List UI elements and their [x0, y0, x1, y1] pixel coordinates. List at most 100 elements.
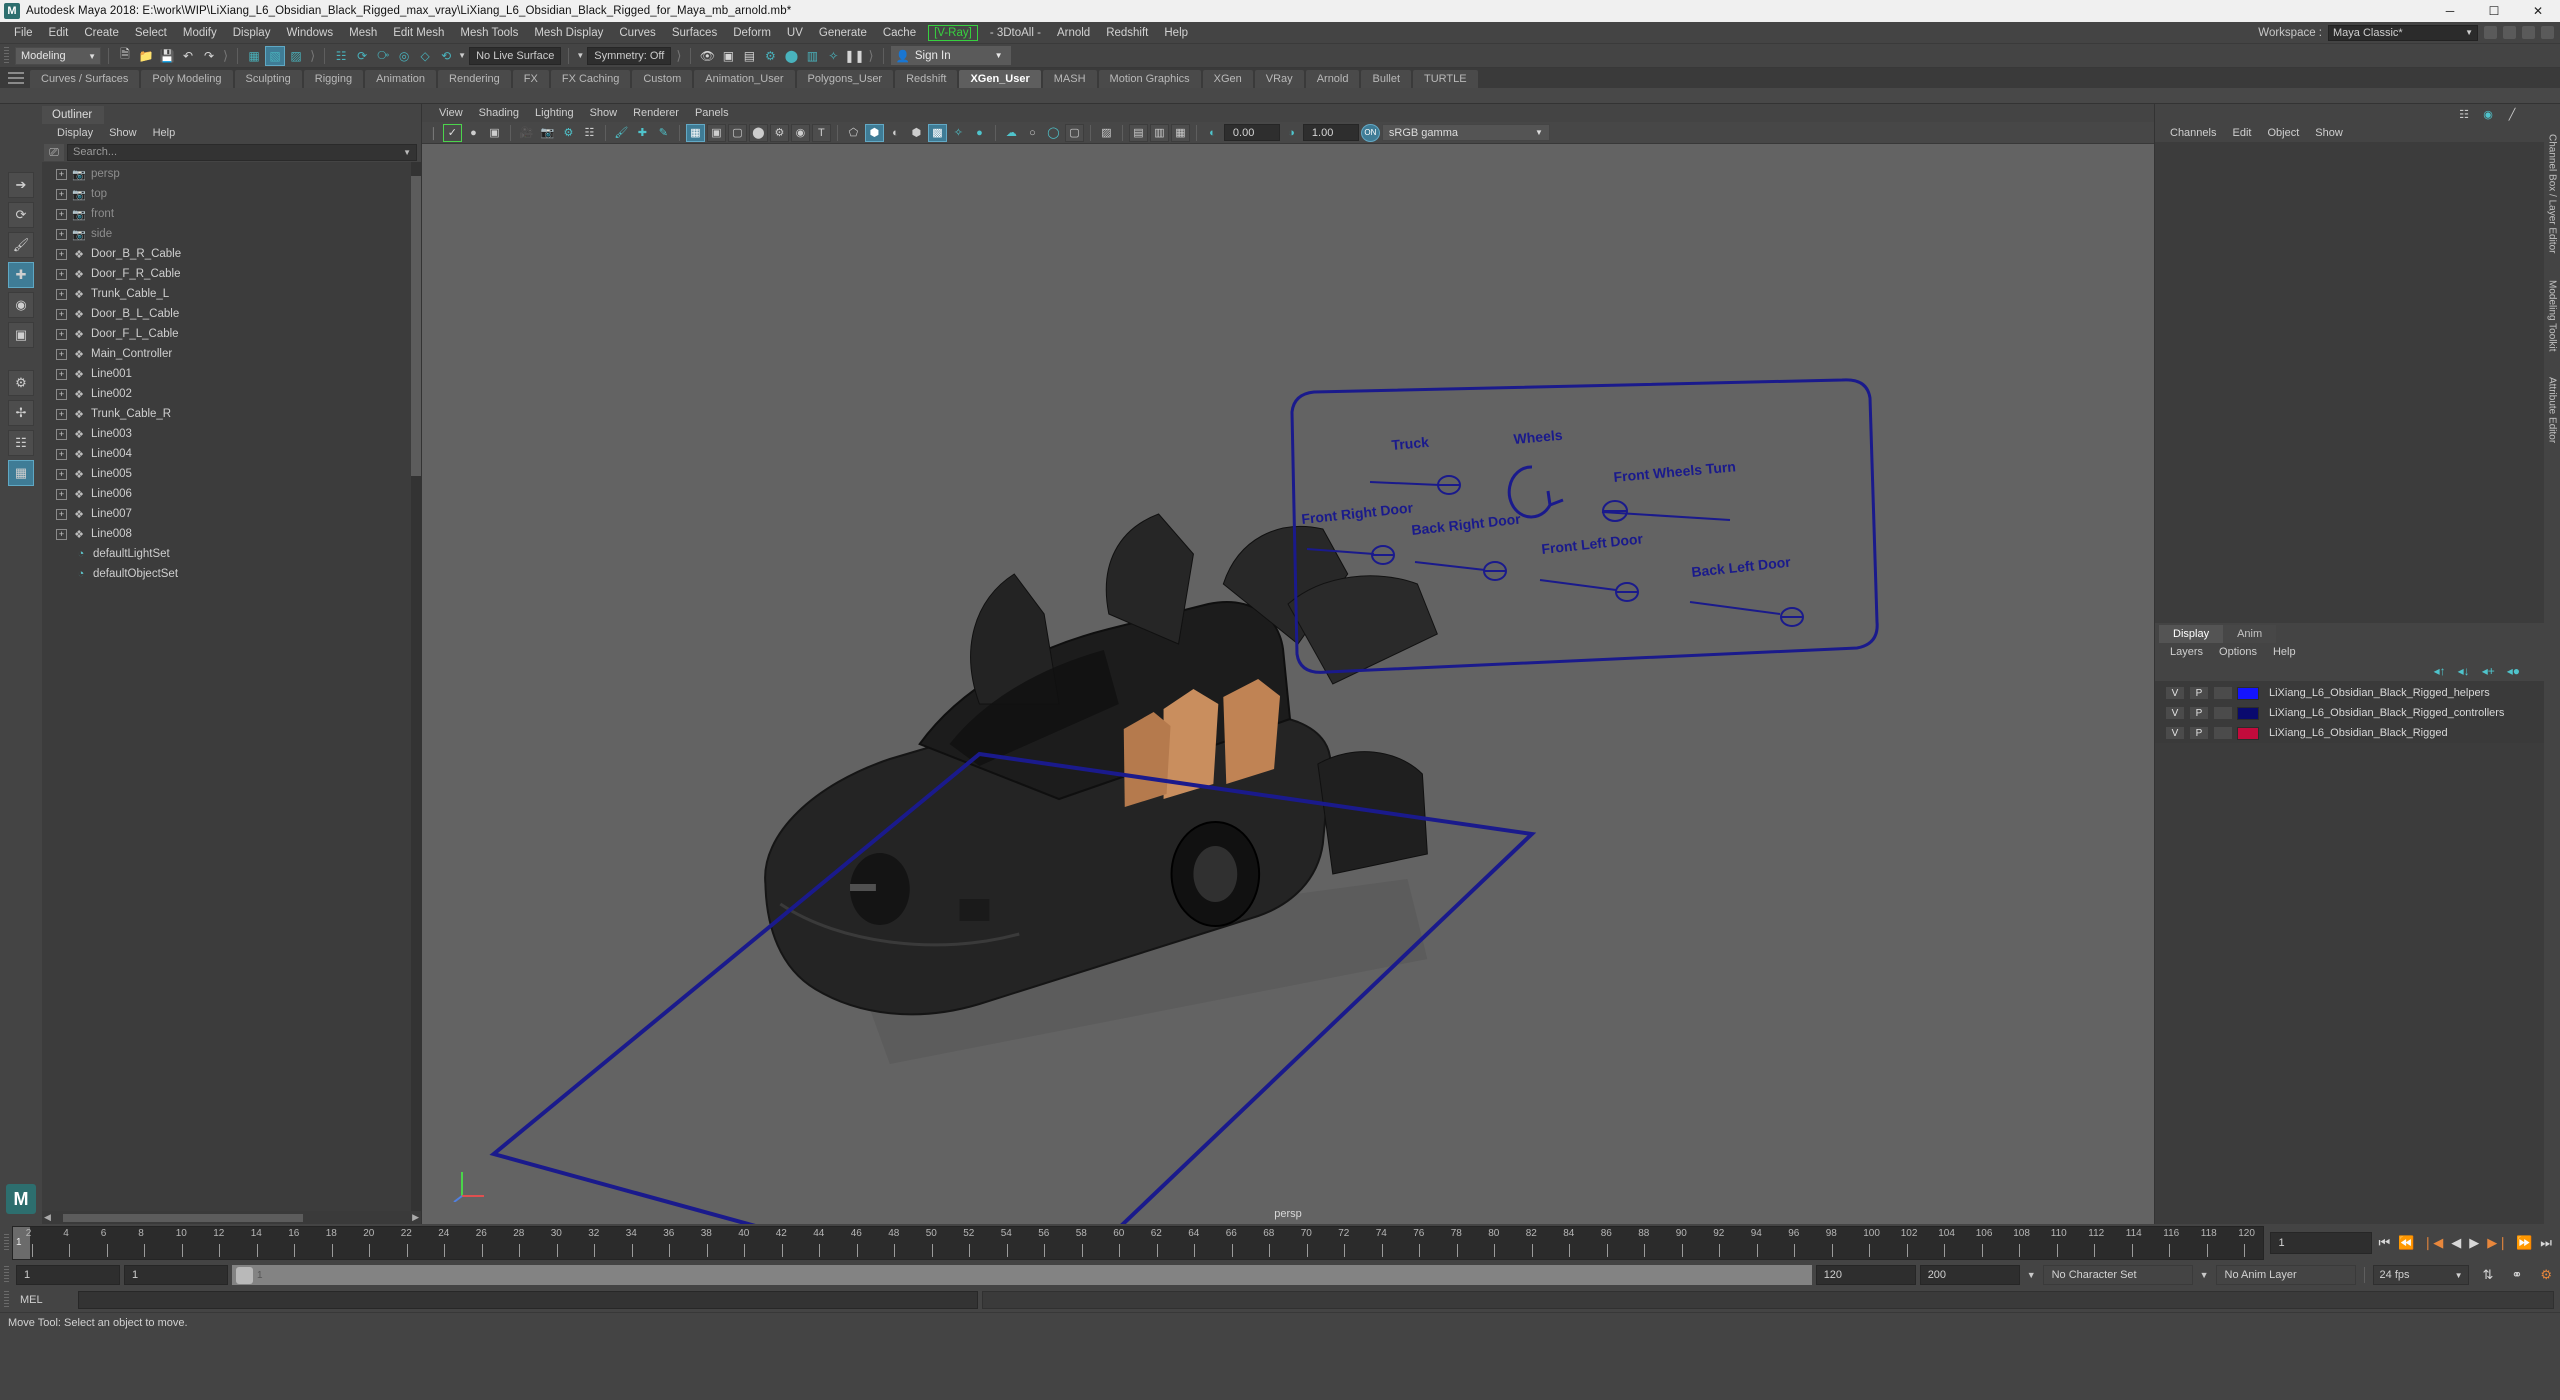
snap-to-curve-icon[interactable]: ⟳ [353, 47, 371, 65]
symmetry-field[interactable]: Symmetry: Off [587, 46, 672, 65]
shelf-tab-vray[interactable]: VRay [1254, 70, 1304, 88]
workspace-panel-a-icon[interactable] [2503, 26, 2516, 39]
viewport-3d-canvas[interactable]: Truck Wheels Front Wheels Turn Front Rig… [422, 144, 2154, 1224]
display-layer-list[interactable]: VP LiXiang_L6_Obsidian_Black_Rigged_help… [2155, 681, 2544, 743]
chevron-down-icon[interactable]: ▼ [2197, 1270, 2212, 1280]
play-forwards-icon[interactable]: ▶ [2469, 1235, 2479, 1251]
anim-layer-dropdown[interactable]: No Anim Layer [2215, 1265, 2356, 1285]
outliner-item-line007[interactable]: + ❖ Line007 [42, 504, 421, 524]
menu-cache[interactable]: Cache [875, 24, 924, 42]
menu-vray[interactable]: [V-Ray] [928, 24, 978, 41]
controller-panel[interactable]: Truck Wheels Front Wheels Turn Front Rig… [1282, 372, 1882, 682]
film-origin-icon[interactable]: ⚙ [769, 123, 789, 142]
expand-toggle-icon[interactable]: + [56, 448, 67, 460]
time-slider[interactable]: 1 2 4 6 8 10 12 14 16 18 20 22 24 26 28 30 32 34 36 38 40 42… [12, 1226, 2265, 1260]
chevron-down-icon[interactable]: ▼ [576, 51, 584, 60]
expand-toggle-icon[interactable]: + [56, 308, 67, 320]
outliner-item-door_b_l_cable[interactable]: + ❖ Door_B_L_Cable [42, 304, 421, 324]
step-forward-frame-icon[interactable]: ▶❘ [2487, 1235, 2508, 1251]
step-back-frame-icon[interactable]: ❘◀ [2422, 1235, 2443, 1251]
rtab-attribute-editor[interactable]: Attribute Editor [2547, 377, 2558, 443]
layer-row[interactable]: VP LiXiang_L6_Obsidian_Black_Rigged [2155, 723, 2544, 743]
open-scene-icon[interactable]: 📁 [137, 47, 155, 65]
layer-color-swatch[interactable] [2237, 726, 2259, 740]
outliner-scroll-thumb[interactable] [411, 176, 421, 476]
menu-set-dropdown[interactable]: Modeling ▼ [15, 46, 101, 65]
step-forward-keyframe-icon[interactable]: ⏩ [2516, 1235, 2532, 1251]
go-to-start-icon[interactable]: ⏮ [2378, 1235, 2390, 1251]
channelbox-menu-object[interactable]: Object [2260, 125, 2306, 141]
outliner-tab[interactable]: Outliner [42, 106, 105, 124]
move-layer-up-icon[interactable]: ◂↑ [2434, 664, 2446, 678]
snap-to-grid-icon[interactable]: ☷ [332, 47, 350, 65]
workspace-dropdown[interactable]: Maya Classic* ▼ [2328, 24, 2478, 41]
shelf-tab-rigging[interactable]: Rigging [303, 70, 364, 88]
shelf-tab-animation[interactable]: Animation [365, 70, 437, 88]
select-by-object-icon[interactable]: ▧ [265, 45, 286, 66]
workspace-panel-b-icon[interactable] [2522, 26, 2535, 39]
range-slider[interactable]: 1 [232, 1265, 1812, 1285]
new-layer-from-selected-icon[interactable]: ◂● [2507, 664, 2520, 678]
expand-toggle-icon[interactable]: + [56, 428, 67, 440]
shadows-icon[interactable]: ● [970, 124, 989, 142]
use-all-lights-icon[interactable]: ✧ [949, 124, 968, 142]
layer-playback-toggle[interactable]: P [2189, 706, 2209, 720]
shelf-tab-curves-surfaces[interactable]: Curves / Surfaces [30, 70, 140, 88]
outliner-item-defaultobjectset[interactable]: ◔ defaultObjectSet [42, 564, 421, 584]
bookmark-camera-icon[interactable]: ▣ [485, 124, 504, 142]
redo-icon[interactable]: ↷ [200, 47, 218, 65]
menu-curves[interactable]: Curves [611, 24, 663, 42]
hypershade-icon[interactable]: ⬤ [782, 47, 800, 65]
shelf-tab-turtle[interactable]: TURTLE [1413, 70, 1478, 88]
paint-icon[interactable]: ✎ [654, 124, 673, 142]
make-live-icon[interactable]: ⟲ [437, 47, 455, 65]
outliner-item-side[interactable]: + 📷 side [42, 224, 421, 244]
rotate-tool-icon[interactable]: ◉ [8, 292, 34, 318]
outliner-menu-help[interactable]: Help [146, 125, 183, 141]
outliner-item-door_b_r_cable[interactable]: + ❖ Door_B_R_Cable [42, 244, 421, 264]
channelbox-menu-channels[interactable]: Channels [2163, 125, 2223, 141]
outliner-item-trunk_cable_r[interactable]: + ❖ Trunk_Cable_R [42, 404, 421, 424]
outliner-item-defaultlightset[interactable]: ◔ defaultLightSet [42, 544, 421, 564]
outliner-horizontal-scrollbar[interactable]: ◀ ▶ [42, 1211, 421, 1224]
outliner-item-door_f_r_cable[interactable]: + ❖ Door_F_R_Cable [42, 264, 421, 284]
expand-toggle-icon[interactable]: + [56, 328, 67, 340]
viewport-menu-panels[interactable]: Panels [688, 105, 736, 121]
menu-select[interactable]: Select [127, 24, 175, 42]
camera-attributes-icon[interactable]: 🎥 [517, 124, 536, 142]
screen-space-ao-icon[interactable]: ☁ [1002, 124, 1021, 142]
pick-walk-icon[interactable]: ⎚ [44, 143, 64, 161]
snap-to-projected-center-icon[interactable]: ◎ [395, 47, 413, 65]
expand-toggle-icon[interactable]: + [56, 268, 67, 280]
camera-display-icon[interactable]: ◉ [790, 123, 810, 142]
select-camera-icon[interactable]: ✓ [442, 123, 462, 142]
scroll-right-icon[interactable]: ▶ [412, 1212, 419, 1223]
menu-uv[interactable]: UV [779, 24, 811, 42]
image-plane-icon[interactable]: 🖌 [612, 124, 631, 142]
xray-active-components-icon[interactable]: ▦ [1170, 123, 1190, 142]
outliner-item-trunk_cable_l[interactable]: + ❖ Trunk_Cable_L [42, 284, 421, 304]
grease-pencil-icon[interactable]: ✚ [633, 124, 652, 142]
shelf-tab-poly-modeling[interactable]: Poly Modeling [141, 70, 233, 88]
snap-to-point-icon[interactable]: ⧂ [374, 47, 392, 65]
select-tool-icon[interactable]: ➔ [8, 172, 34, 198]
exposure-icon[interactable]: ◐ [1203, 124, 1222, 142]
snap-to-view-plane-icon[interactable]: ◇ [416, 47, 434, 65]
toolbar-grip[interactable] [4, 46, 9, 65]
menu-mesh-display[interactable]: Mesh Display [526, 24, 611, 42]
menu-modify[interactable]: Modify [175, 24, 225, 42]
layer-menu-options[interactable]: Options [2212, 644, 2264, 660]
toolbar-collapse-symmetry[interactable]: ⟩ [676, 48, 681, 64]
shelf-tab-rendering[interactable]: Rendering [438, 70, 511, 88]
render-view-icon[interactable]: 👁 [698, 47, 716, 65]
pause-icon[interactable]: ❚❚ [844, 47, 864, 65]
range-end-field[interactable]: 120 [1815, 1265, 1916, 1285]
outliner-item-line008[interactable]: + ❖ Line008 [42, 524, 421, 544]
outliner-item-line006[interactable]: + ❖ Line006 [42, 484, 421, 504]
viewport-toolbar-grip[interactable]: ❘ [428, 125, 439, 141]
menu-windows[interactable]: Windows [278, 24, 341, 42]
expand-toggle-icon[interactable]: + [56, 288, 67, 300]
shelf-tab-custom[interactable]: Custom [632, 70, 693, 88]
two-d-pan-zoom-icon[interactable]: 📷 [538, 124, 557, 142]
layer-color-swatch[interactable] [2237, 706, 2259, 720]
